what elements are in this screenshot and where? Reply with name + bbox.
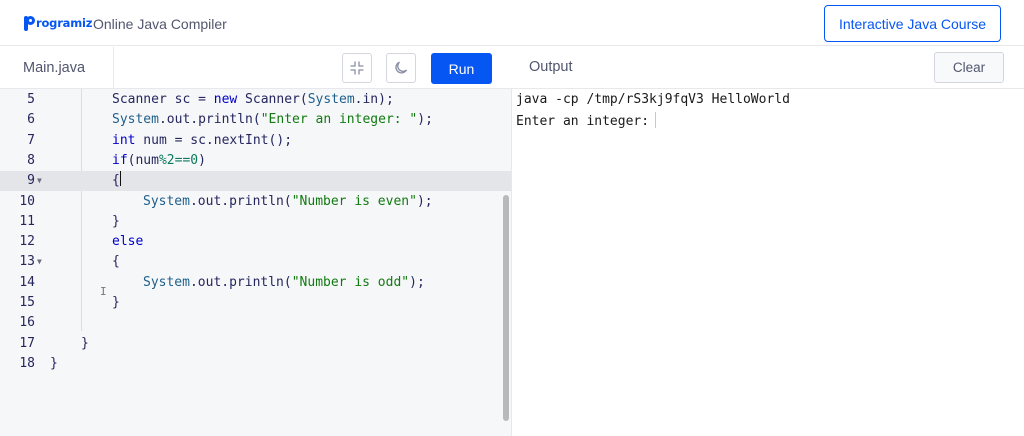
code-text: System.out.println("Number is even"); <box>143 193 433 209</box>
collapse-icon <box>350 61 364 75</box>
output-line: java -cp /tmp/rS3kj9fqV3 HelloWorld <box>516 92 790 107</box>
code-line: 5 Scanner sc = new Scanner(System.in); <box>0 90 511 110</box>
code-text: } <box>112 213 120 229</box>
code-line: 15 } <box>0 293 511 313</box>
logo-p-icon <box>24 15 35 31</box>
code-line: 12 else <box>0 232 511 252</box>
code-editor-panel: Main.java Run 5 Scanner sc = new Scanner… <box>0 47 512 436</box>
file-tab-main-java[interactable]: Main.java <box>0 47 114 89</box>
line-number: 5 <box>27 92 35 107</box>
code-line: 13 ▼ { <box>0 252 511 272</box>
code-text: if(num%2==0) <box>112 152 206 168</box>
output-title: Output <box>529 59 573 75</box>
code-text: } <box>81 335 89 351</box>
line-number: 10 <box>19 193 35 209</box>
code-line: 14 System.out.println("Number is odd"); <box>0 273 511 293</box>
code-line: 16 <box>0 313 511 333</box>
line-number: 18 <box>19 355 35 371</box>
code-text: Scanner sc = new Scanner(System.in); <box>112 92 394 107</box>
collapse-button[interactable] <box>342 53 372 83</box>
text-cursor-icon: I <box>100 285 107 298</box>
line-number: 11 <box>19 213 35 229</box>
code-line: 18 } <box>0 354 511 374</box>
code-text: System.out.println("Enter an integer: ")… <box>112 112 433 128</box>
header-bar: rogramiz Online Java Compiler Interactiv… <box>0 0 1024 46</box>
code-line: 17 } <box>0 334 511 354</box>
code-text: System.out.println("Number is odd"); <box>143 274 425 290</box>
output-panel: Output Clear java -cp /tmp/rS3kj9fqV3 He… <box>512 47 1024 436</box>
clear-button[interactable]: Clear <box>934 52 1004 83</box>
output-prompt-text: Enter an integer: <box>516 114 650 129</box>
line-number: 13 <box>19 254 35 270</box>
code-text: } <box>112 295 120 310</box>
line-number: 17 <box>19 335 35 351</box>
editor-toolbar: Main.java Run <box>0 47 512 89</box>
line-number: 7 <box>27 132 35 148</box>
line-number: 16 <box>19 315 35 331</box>
page-title: Online Java Compiler <box>93 16 227 32</box>
code-line: 10 System.out.println("Number is even"); <box>0 192 511 212</box>
programiz-logo[interactable]: rogramiz <box>24 14 92 32</box>
line-number: 6 <box>27 112 35 128</box>
dark-mode-moon-icon <box>395 61 408 74</box>
fold-arrow-icon[interactable]: ▼ <box>37 252 42 272</box>
interactive-course-button[interactable]: Interactive Java Course <box>824 5 1001 42</box>
code-line: 6 System.out.println("Enter an integer: … <box>0 110 511 130</box>
fold-arrow-icon[interactable]: ▼ <box>37 171 42 191</box>
line-number: 9 <box>27 173 35 189</box>
code-area[interactable]: 5 Scanner sc = new Scanner(System.in); 6… <box>0 89 511 436</box>
output-toolbar: Output Clear <box>512 47 1024 89</box>
text-caret <box>119 171 121 187</box>
code-line: 7 int num = sc.nextInt(); <box>0 131 511 151</box>
line-number: 15 <box>19 295 35 310</box>
run-button[interactable]: Run <box>431 53 492 84</box>
line-number: 14 <box>19 274 35 290</box>
line-number: 12 <box>19 234 35 250</box>
code-text: { <box>112 171 121 189</box>
code-text: } <box>50 355 58 371</box>
code-line: 8 if(num%2==0) <box>0 151 511 171</box>
dark-mode-toggle[interactable] <box>386 53 416 83</box>
logo-text: rogramiz <box>36 16 93 30</box>
line-number: 8 <box>27 152 35 168</box>
code-text: int num = sc.nextInt(); <box>112 132 293 148</box>
output-line-prompt[interactable]: Enter an integer: <box>516 112 657 129</box>
code-text: { <box>112 254 120 270</box>
code-text: else <box>112 234 144 250</box>
code-line: 11 } <box>0 212 511 232</box>
editor-scrollbar[interactable] <box>503 195 509 421</box>
code-line-active: 9 ▼ { <box>0 171 511 192</box>
input-caret <box>655 112 657 128</box>
